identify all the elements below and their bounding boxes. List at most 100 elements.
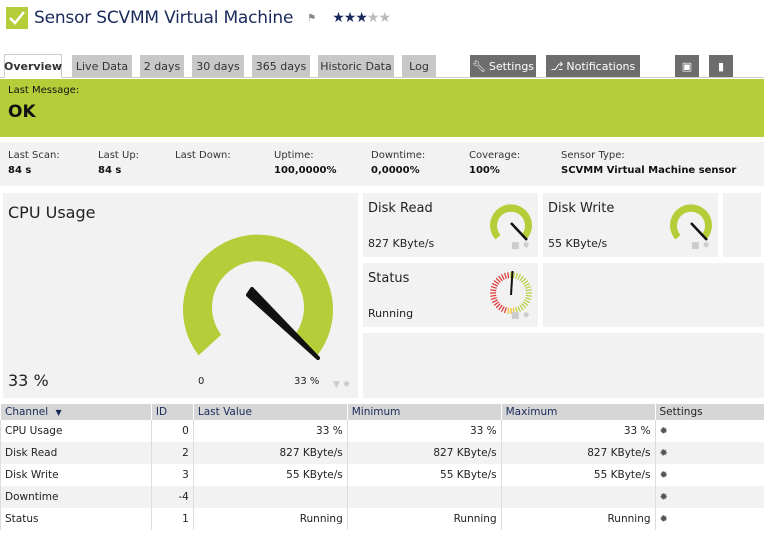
dial-tick [522,301,529,306]
wrench-icon: 🔧︎ [471,59,486,73]
gear-icon[interactable]: ✹ [660,426,668,437]
cpu-gauge [183,234,333,360]
dial-tick [492,282,498,287]
table-row[interactable]: Disk Read 2 827 KByte/s 827 KByte/s 827 KByt… [0,442,764,464]
sensor-stats: Last Scan: 84 s Last Up: 84 s Last Down:… [0,142,764,186]
gauge-value: 33 % [8,371,49,390]
tab-overview[interactable]: Overview [4,54,62,78]
gear-icon[interactable]: ✹ [660,514,668,525]
stat-last-scan: Last Scan: 84 s [8,150,60,176]
star-icon[interactable]: ★ [344,10,357,26]
gear-icon[interactable]: ✹ [522,311,530,321]
star-icon[interactable]: ★ [355,10,368,26]
bell-icon: ⎇ [550,59,564,73]
pin-icon[interactable]: ■ [511,241,520,251]
stat-sensor-type: Sensor Type: SCVMM Virtual Machine senso… [561,150,737,176]
dial-tick [493,280,500,285]
gauge-value: 55 KByte/s [548,237,608,250]
disk-read-gauge [490,204,532,241]
column-header-maximum[interactable]: Maximum [500,404,656,420]
minimum-cell: 55 KByte/s [346,464,502,486]
comment-icon: ▣ [681,59,693,73]
dial-tick [495,303,501,309]
gear-icon[interactable]: ✹ [522,241,530,251]
dial-tick [517,274,522,280]
flag-icon[interactable]: ⚑ [307,13,316,24]
dial-tick [519,304,524,311]
gear-icon[interactable]: ✹ [660,470,668,481]
pin-icon[interactable]: ▼ [333,380,340,390]
last-value-cell: 55 KByte/s [192,464,348,486]
tab-365-days[interactable]: 365 days [252,55,310,77]
column-header-id[interactable]: ID [150,404,194,420]
gear-icon[interactable]: ✹ [702,241,710,251]
gauge-title: Disk Read [368,201,433,216]
table-row[interactable]: Downtime -4 ✹ [0,486,764,508]
minimum-cell: 33 % [346,420,502,442]
empty-panel [363,333,764,398]
status-gauge-panel[interactable]: Status Running ■ ✹ [363,263,538,327]
table-row[interactable]: CPU Usage 0 33 % 33 % 33 % ✹ [0,420,764,442]
pin-icon[interactable]: ■ [691,241,700,251]
id-cell: 1 [150,508,194,530]
dial-tick [493,301,500,306]
disk-write-gauge-panel[interactable]: Disk Write 55 KByte/s ■ ✹ [543,193,718,257]
column-header-minimum[interactable]: Minimum [346,404,502,420]
gauge-title: Disk Write [548,201,615,216]
dial-tick [512,272,515,279]
cpu-usage-gauge-panel[interactable]: CPU Usage 33 % 0 33 % ▼ ✹ [3,193,358,398]
disk-write-gauge [670,204,712,241]
last-message-label: Last Message: [8,85,80,96]
dial-tick [498,275,503,282]
id-cell: 3 [150,464,194,486]
empty-panel [543,263,764,327]
column-header-last-value[interactable]: Last Value [192,404,348,420]
channels-table: Channel ▼ ID Last Value Minimum Maximum … [0,404,764,530]
gear-icon[interactable]: ✹ [660,448,668,459]
dial-tick [490,294,497,297]
maximum-cell: 55 KByte/s [500,464,656,486]
minimum-cell: 827 KByte/s [346,442,502,464]
star-icon[interactable]: ★ [332,10,345,26]
history-button[interactable]: ▮ [709,55,733,77]
tab-bar: Overview Live Data 2 days 30 days 365 da… [0,54,764,78]
tab-log[interactable]: Log [402,55,436,77]
dial-tick [507,307,510,314]
settings-cell: ✹ [654,420,764,442]
notifications-button[interactable]: ⎇ Notifications [546,55,640,77]
tab-2-days[interactable]: 2 days [140,55,184,77]
dial-tick [515,272,519,279]
gauge-title: Status [368,271,410,286]
notebook-icon: ▮ [717,59,725,73]
settings-cell: ✹ [654,464,764,486]
table-row[interactable]: Status 1 Running Running Running ✹ [0,508,764,530]
gear-icon[interactable]: ✹ [343,380,351,390]
sort-desc-icon[interactable]: ▼ [55,408,61,417]
dial-tick [498,304,503,311]
tab-historic-data[interactable]: Historic Data [318,55,394,77]
dial-tick [490,285,497,289]
gauge-value: 827 KByte/s [368,237,435,250]
disk-read-gauge-panel[interactable]: Disk Read 827 KByte/s ■ ✹ [363,193,538,257]
dial-tick [507,272,510,279]
dial-tick [490,289,497,292]
dial-tick [525,294,532,297]
table-row[interactable]: Disk Write 3 55 KByte/s 55 KByte/s 55 KByte/… [0,464,764,486]
gear-icon[interactable]: ✹ [660,492,668,503]
column-header-channel[interactable]: Channel ▼ [0,404,152,420]
priority-rating[interactable]: ★★★★★ [332,10,391,26]
star-icon[interactable]: ★ [367,10,380,26]
settings-cell: ✹ [654,486,764,508]
tab-30-days[interactable]: 30 days [192,55,244,77]
channel-cell: Disk Read [0,442,152,464]
empty-panel [723,193,761,257]
stat-coverage: Coverage: 100% [469,150,521,176]
pin-icon[interactable]: ■ [511,311,520,321]
dial-tick [521,303,527,309]
star-icon[interactable]: ★ [378,10,391,26]
comment-button[interactable]: ▣ [675,55,699,77]
dial-tick [490,297,497,301]
settings-button[interactable]: 🔧︎ Settings [470,55,536,77]
tab-live-data[interactable]: Live Data [72,55,132,77]
dial-tick [521,277,527,283]
